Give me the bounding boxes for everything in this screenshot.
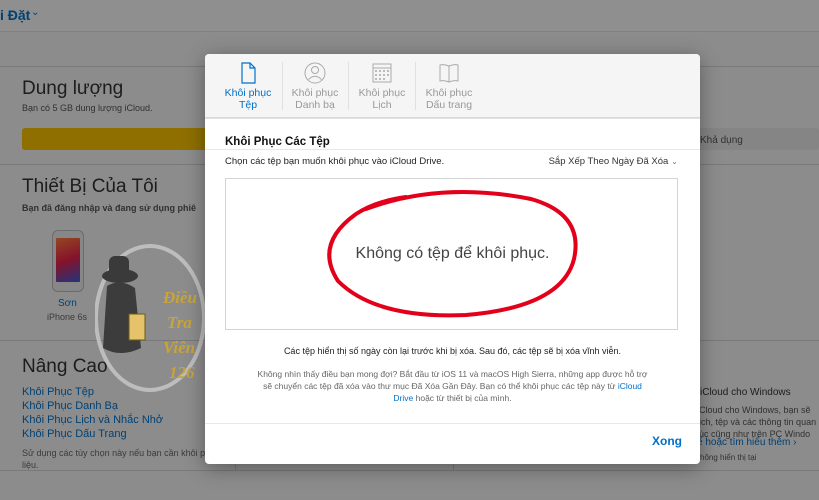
file-list: Không có tệp để khôi phục. — [225, 178, 678, 330]
chevron-down-icon: ⌄ — [671, 157, 678, 166]
sort-dropdown[interactable]: Sắp Xếp Theo Ngày Đã Xóa ⌄ — [549, 156, 678, 167]
empty-state-message: Không có tệp để khôi phục. — [355, 245, 550, 262]
done-button[interactable]: Xong — [652, 434, 682, 448]
watermark-line3: Viên — [163, 338, 195, 357]
divider — [205, 149, 700, 150]
tab-label: Khôi phục Lịch — [358, 87, 406, 111]
restore-tabs: Khôi phục Tệp Khôi phục Danh bạ Khôi phụ… — [205, 54, 700, 118]
tab-label: Khôi phục Danh bạ — [291, 87, 339, 111]
tab-label: Khôi phục Tệp — [224, 87, 272, 111]
info-note: Không nhìn thấy điều bạn mong đợi? Bắt đ… — [257, 369, 648, 403]
watermark-line1: Điều — [162, 288, 197, 307]
divider — [205, 118, 700, 119]
tab-restore-files[interactable]: Khôi phục Tệp — [215, 54, 281, 118]
tab-label: Khôi phục Dấu trang — [425, 87, 473, 111]
divider — [205, 423, 700, 424]
dialog-title: Khôi Phục Các Tệp — [225, 136, 330, 148]
tab-restore-contacts[interactable]: Khôi phục Danh bạ — [282, 54, 348, 118]
document-icon — [241, 62, 256, 84]
restore-files-dialog: Khôi phục Tệp Khôi phục Danh bạ Khôi phụ… — [205, 54, 700, 464]
contact-icon — [304, 62, 326, 84]
watermark-line2: Tra — [167, 313, 192, 332]
tab-restore-bookmarks[interactable]: Khôi phục Dấu trang — [416, 54, 482, 118]
retention-note: Các tệp hiển thị số ngày còn lại trước k… — [283, 346, 622, 356]
watermark-line4: 126 — [169, 363, 195, 382]
bookmark-icon — [439, 64, 459, 83]
calendar-icon — [372, 63, 392, 83]
sort-label: Sắp Xếp Theo Ngày Đã Xóa — [548, 156, 669, 167]
dialog-instruction: Chọn các tệp bạn muốn khôi phục vào iClo… — [225, 156, 445, 167]
tab-restore-calendars[interactable]: Khôi phục Lịch — [349, 54, 415, 118]
